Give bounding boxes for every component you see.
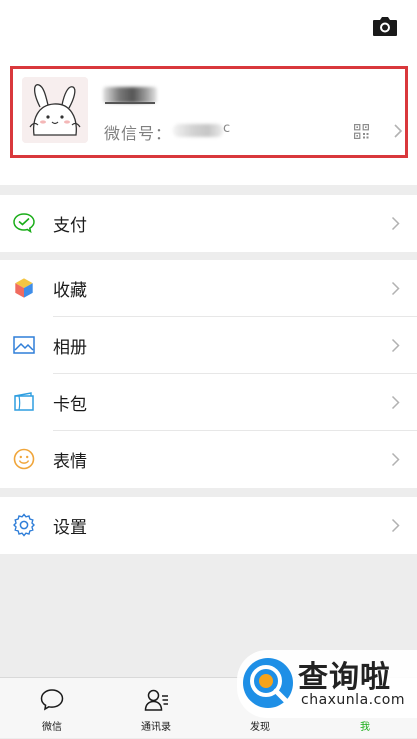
menu-item-pay[interactable]: 支付 [0, 195, 417, 252]
tab-label-chats: 微信 [42, 722, 62, 733]
chevron-right-icon [391, 518, 400, 533]
tab-contacts[interactable]: 通讯录 [104, 678, 208, 739]
chevron-right-icon [391, 281, 400, 296]
menu-label-cards: 卡包 [53, 395, 87, 415]
nickname-redacted [103, 87, 157, 103]
contacts-icon [144, 689, 168, 711]
tab-label-discover: 发现 [250, 722, 270, 733]
album-icon [13, 336, 35, 354]
stickers-icon [13, 448, 35, 470]
chevron-right-icon [394, 124, 403, 138]
menu-label-settings: 设置 [53, 518, 87, 538]
tab-label-me: 我 [360, 722, 370, 733]
menu-label-album: 相册 [53, 338, 87, 358]
chevron-right-icon [391, 395, 400, 410]
menu-item-stickers[interactable]: 表情 [0, 431, 417, 488]
tab-label-contacts: 通讯录 [141, 722, 171, 733]
favorites-icon [14, 277, 34, 299]
avatar[interactable] [22, 77, 88, 143]
menu-item-album[interactable]: 相册 [0, 317, 417, 374]
chevron-right-icon [391, 338, 400, 353]
wechat-id-label: 微信号： [104, 124, 173, 143]
pay-icon [13, 213, 35, 234]
cards-icon [14, 392, 34, 411]
collection-group: 收藏 相册 卡包 表情 [0, 260, 417, 488]
menu-label-stickers: 表情 [53, 452, 87, 472]
settings-group: 设置 [0, 497, 417, 554]
menu-item-cards[interactable]: 卡包 [0, 374, 417, 431]
tab-chats[interactable]: 微信 [0, 678, 104, 739]
wechat-id-tail: c [223, 121, 231, 136]
watermark-url: chaxunla.com [301, 692, 405, 708]
watermark-title: 查询啦 [298, 660, 391, 695]
nickname-underline [105, 102, 155, 104]
wechat-id-redacted [173, 124, 223, 137]
watermark: 查询啦 chaxunla.com [237, 650, 417, 718]
watermark-logo-icon [243, 658, 293, 708]
qr-code-icon[interactable] [354, 124, 369, 139]
profile-card[interactable]: 微信号： c [10, 66, 408, 158]
menu-label-favorites: 收藏 [53, 281, 87, 301]
rabbit-avatar-image [22, 77, 88, 143]
settings-icon [13, 513, 35, 537]
menu-item-favorites[interactable]: 收藏 [0, 260, 417, 317]
chevron-right-icon [391, 452, 400, 467]
profile-header: 微信号： c [0, 0, 417, 185]
menu-label-pay: 支付 [53, 216, 87, 236]
camera-icon[interactable] [372, 14, 398, 38]
pay-group: 支付 [0, 195, 417, 252]
chevron-right-icon [391, 216, 400, 231]
menu-item-settings[interactable]: 设置 [0, 497, 417, 554]
chats-icon [40, 689, 64, 711]
